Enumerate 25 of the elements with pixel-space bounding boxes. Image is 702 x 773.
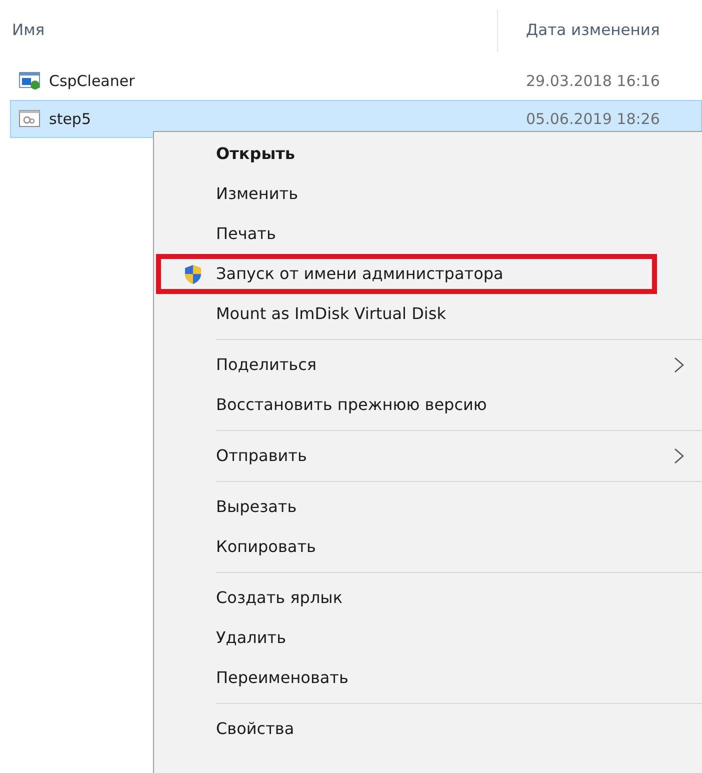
menu-item[interactable]: Создать ярлык xyxy=(154,578,702,618)
chevron-right-icon xyxy=(674,357,684,373)
menu-item[interactable]: Запуск от имени администратора xyxy=(156,254,657,294)
menu-item[interactable]: Печать xyxy=(154,214,702,254)
file-name: CspCleaner xyxy=(49,70,135,92)
file-date: 29.03.2018 16:16 xyxy=(526,72,660,90)
menu-item[interactable]: Удалить xyxy=(154,618,702,658)
menu-item[interactable]: Копировать xyxy=(154,527,702,567)
file-date: 05.06.2019 18:26 xyxy=(526,110,660,128)
column-header[interactable]: Имя xyxy=(12,21,45,40)
settings-file-icon xyxy=(19,110,41,128)
menu-item[interactable]: Mount as ImDisk Virtual Disk xyxy=(154,294,702,334)
app-icon xyxy=(19,72,41,90)
file-name: step5 xyxy=(49,108,91,130)
menu-item[interactable]: Восстановить прежнюю версию xyxy=(154,385,702,425)
menu-item[interactable]: Изменить xyxy=(154,174,702,214)
menu-item[interactable]: Поделиться xyxy=(154,345,702,385)
menu-item[interactable]: Вырезать xyxy=(154,487,702,527)
shield-icon xyxy=(184,264,202,284)
column-header[interactable]: Дата изменения xyxy=(526,19,660,43)
menu-item[interactable]: Переименовать xyxy=(154,658,702,698)
menu-item[interactable]: Отправить xyxy=(154,436,702,476)
menu-item[interactable]: Свойства xyxy=(154,709,702,749)
chevron-right-icon xyxy=(674,448,684,464)
file-row[interactable]: CspCleaner 29.03.2018 16:16 xyxy=(10,62,702,100)
